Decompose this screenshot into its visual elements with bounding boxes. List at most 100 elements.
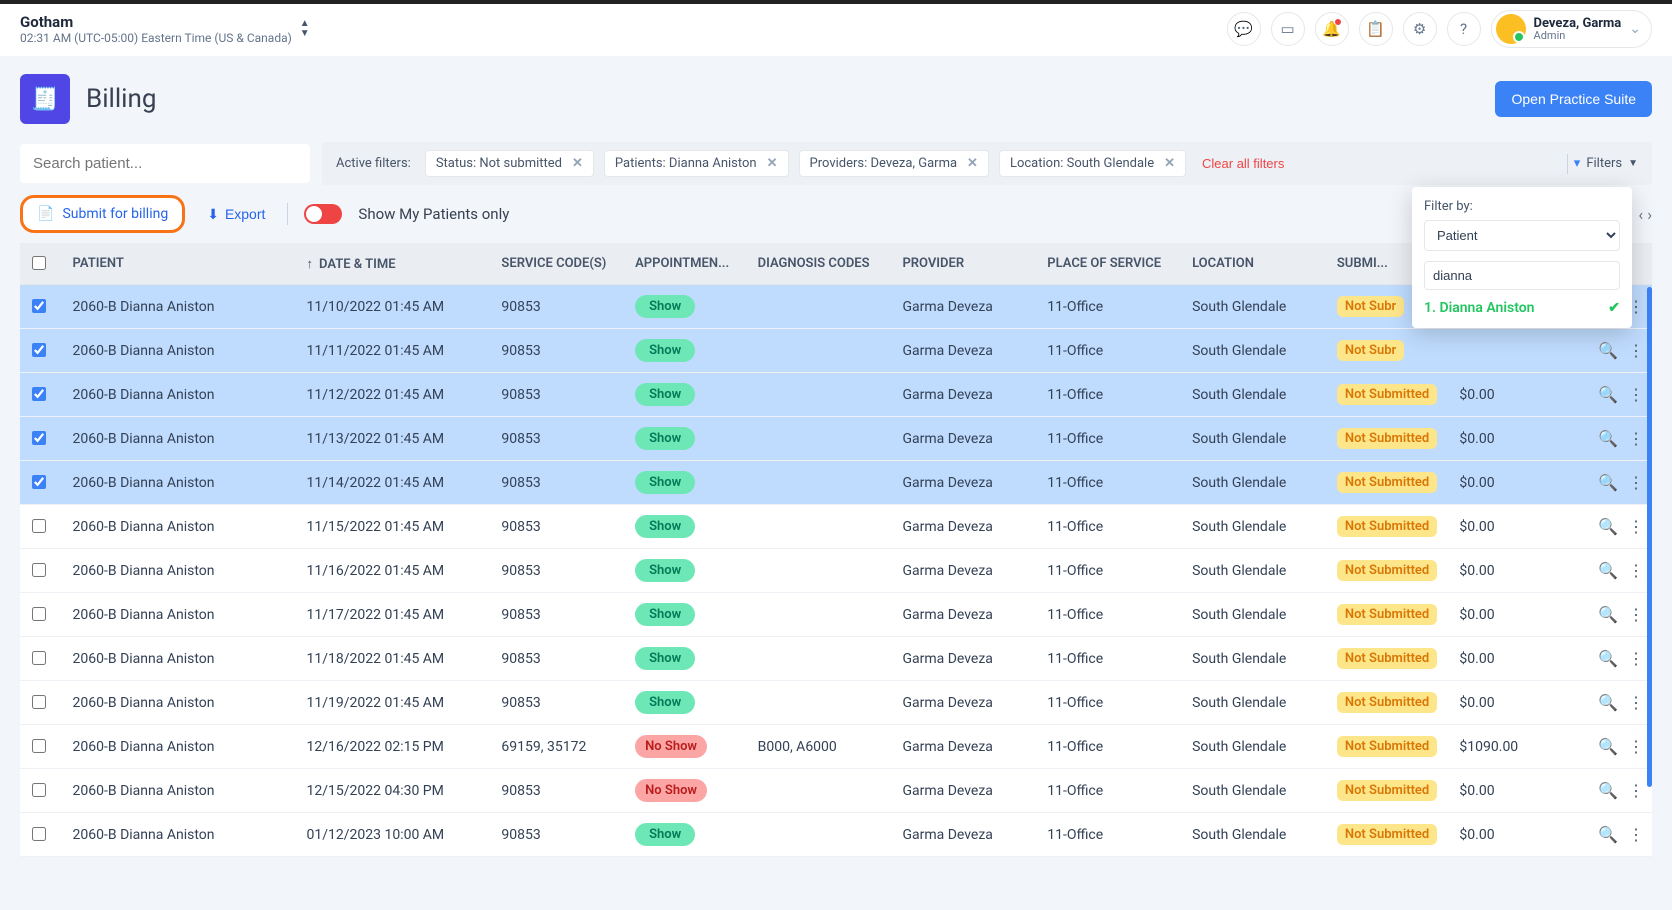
next-page-button[interactable]: › [1647, 205, 1652, 224]
col-checkbox[interactable] [20, 243, 65, 285]
zoom-icon[interactable]: 🔍 [1598, 385, 1618, 404]
gear-icon[interactable]: ⚙ [1403, 12, 1437, 46]
row-checkbox[interactable] [32, 695, 46, 709]
more-icon[interactable]: ⋮ [1628, 825, 1644, 844]
book-icon[interactable]: ▭ [1271, 12, 1305, 46]
zoom-icon[interactable]: 🔍 [1598, 473, 1618, 492]
more-icon[interactable]: ⋮ [1628, 605, 1644, 624]
cell-pos: 11-Office [1039, 681, 1184, 725]
row-checkbox[interactable] [32, 431, 46, 445]
open-practice-suite-button[interactable]: Open Practice Suite [1495, 81, 1652, 117]
select-all-checkbox[interactable] [32, 256, 46, 270]
zoom-icon[interactable]: 🔍 [1598, 825, 1618, 844]
filter-query-input[interactable] [1424, 261, 1620, 290]
status-pill: Not Submitted [1337, 736, 1437, 757]
zoom-icon[interactable]: 🔍 [1598, 517, 1618, 536]
col-appointment[interactable]: APPOINTMEN... [627, 243, 750, 285]
table-row[interactable]: 2060-B Dianna Aniston 11/11/2022 01:45 A… [20, 329, 1652, 373]
prev-page-button[interactable]: ‹ [1638, 205, 1643, 224]
show-pill: Show [635, 823, 695, 846]
more-icon[interactable]: ⋮ [1628, 517, 1644, 536]
more-icon[interactable]: ⋮ [1628, 737, 1644, 756]
row-checkbox[interactable] [32, 519, 46, 533]
table-row[interactable]: 2060-B Dianna Aniston 11/14/2022 01:45 A… [20, 461, 1652, 505]
filter-field-select[interactable]: Patient [1424, 220, 1620, 251]
filter-chip-patients[interactable]: Patients: Dianna Aniston✕ [604, 150, 789, 177]
col-service[interactable]: SERVICE CODE(S) [493, 243, 627, 285]
show-my-patients-toggle[interactable] [304, 204, 342, 224]
search-input[interactable] [20, 144, 310, 183]
close-icon[interactable]: ✕ [1164, 156, 1175, 171]
zoom-icon[interactable]: 🔍 [1598, 649, 1618, 668]
more-icon[interactable]: ⋮ [1628, 429, 1644, 448]
table-row[interactable]: 2060-B Dianna Aniston 12/16/2022 02:15 P… [20, 725, 1652, 769]
col-pos[interactable]: PLACE OF SERVICE [1039, 243, 1184, 285]
clipboard-icon[interactable]: 📋 [1359, 12, 1393, 46]
filter-chip-status[interactable]: Status: Not submitted✕ [425, 150, 594, 177]
table-row[interactable]: 2060-B Dianna Aniston 11/13/2022 01:45 A… [20, 417, 1652, 461]
row-checkbox[interactable] [32, 387, 46, 401]
more-icon[interactable]: ⋮ [1628, 561, 1644, 580]
zoom-icon[interactable]: 🔍 [1598, 429, 1618, 448]
bell-icon[interactable]: 🔔 [1315, 12, 1349, 46]
col-diagnosis[interactable]: DIAGNOSIS CODES [750, 243, 895, 285]
row-checkbox[interactable] [32, 563, 46, 577]
close-icon[interactable]: ✕ [572, 156, 583, 171]
row-checkbox[interactable] [32, 475, 46, 489]
zoom-icon[interactable]: 🔍 [1598, 341, 1618, 360]
more-icon[interactable]: ⋮ [1628, 649, 1644, 668]
table-row[interactable]: 2060-B Dianna Aniston 11/17/2022 01:45 A… [20, 593, 1652, 637]
row-checkbox[interactable] [32, 343, 46, 357]
more-icon[interactable]: ⋮ [1628, 693, 1644, 712]
close-icon[interactable]: ✕ [767, 156, 778, 171]
scrollbar[interactable] [1647, 287, 1652, 787]
table-row[interactable]: 2060-B Dianna Aniston 11/10/2022 01:45 A… [20, 285, 1652, 329]
more-icon[interactable]: ⋮ [1628, 781, 1644, 800]
chat-icon[interactable]: 💬 [1227, 12, 1261, 46]
show-pill: Show [635, 383, 695, 406]
table-row[interactable]: 2060-B Dianna Aniston 11/16/2022 01:45 A… [20, 549, 1652, 593]
clear-all-filters-button[interactable]: Clear all filters [1196, 155, 1290, 172]
noshow-pill: No Show [635, 779, 707, 802]
col-patient[interactable]: PATIENT [65, 243, 299, 285]
table-row[interactable]: 2060-B Dianna Aniston 12/15/2022 04:30 P… [20, 769, 1652, 813]
table-row[interactable]: 2060-B Dianna Aniston 11/15/2022 01:45 A… [20, 505, 1652, 549]
row-checkbox[interactable] [32, 299, 46, 313]
export-button[interactable]: ⬇ Export [201, 205, 271, 224]
row-checkbox[interactable] [32, 651, 46, 665]
user-menu[interactable]: Deveza, Garma Admin ⌄ [1491, 10, 1652, 48]
col-location[interactable]: LOCATION [1184, 243, 1329, 285]
zoom-icon[interactable]: 🔍 [1598, 605, 1618, 624]
filter-chip-location[interactable]: Location: South Glendale✕ [999, 150, 1186, 177]
table-row[interactable]: 2060-B Dianna Aniston 11/19/2022 01:45 A… [20, 681, 1652, 725]
filter-chip-providers[interactable]: Providers: Deveza, Garma✕ [799, 150, 989, 177]
zoom-icon[interactable]: 🔍 [1598, 737, 1618, 756]
cell-diagnosis [750, 373, 895, 417]
help-icon[interactable]: ? [1447, 12, 1481, 46]
row-checkbox[interactable] [32, 783, 46, 797]
org-switcher[interactable]: Gotham 02:31 AM (UTC-05:00) Eastern Time… [20, 13, 310, 45]
table-row[interactable]: 2060-B Dianna Aniston 01/12/2023 10:00 A… [20, 813, 1652, 857]
col-datetime[interactable]: ↑DATE & TIME [298, 243, 493, 285]
cell-patient: 2060-B Dianna Aniston [65, 549, 299, 593]
cell-submission: Not Submitted [1329, 637, 1452, 681]
table-row[interactable]: 2060-B Dianna Aniston 11/18/2022 01:45 A… [20, 637, 1652, 681]
more-icon[interactable]: ⋮ [1628, 473, 1644, 492]
row-checkbox[interactable] [32, 827, 46, 841]
filters-button[interactable]: ▾ Filters ▼ [1561, 154, 1638, 174]
zoom-icon[interactable]: 🔍 [1598, 561, 1618, 580]
close-icon[interactable]: ✕ [967, 156, 978, 171]
cell-appointment: Show [627, 417, 750, 461]
col-provider[interactable]: PROVIDER [894, 243, 1039, 285]
cell-datetime: 11/15/2022 01:45 AM [298, 505, 493, 549]
submit-for-billing-button[interactable]: 📄 Submit for billing [20, 195, 185, 233]
zoom-icon[interactable]: 🔍 [1598, 693, 1618, 712]
table-row[interactable]: 2060-B Dianna Aniston 11/12/2022 01:45 A… [20, 373, 1652, 417]
zoom-icon[interactable]: 🔍 [1598, 781, 1618, 800]
more-icon[interactable]: ⋮ [1628, 341, 1644, 360]
more-icon[interactable]: ⋮ [1628, 385, 1644, 404]
row-checkbox[interactable] [32, 607, 46, 621]
filter-result-item[interactable]: 1. Dianna Aniston ✔ [1424, 300, 1620, 316]
row-checkbox[interactable] [32, 739, 46, 753]
cell-balance [1451, 329, 1585, 373]
